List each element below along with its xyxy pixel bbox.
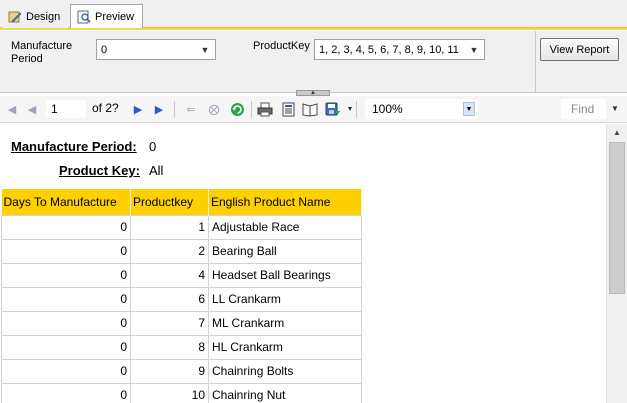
tab-preview-label: Preview [95, 10, 135, 23]
table-row: 0 4 Headset Ball Bearings [1, 262, 362, 288]
toolbar-separator [174, 101, 175, 118]
productkey-cell: 10 [130, 382, 209, 403]
last-page-icon[interactable]: ▶ [151, 101, 167, 117]
vertical-scrollbar[interactable]: ▲ [606, 124, 627, 403]
table-row: 0 8 HL Crankarm [1, 334, 362, 360]
productkey-cell: 2 [130, 238, 209, 264]
first-page-icon[interactable]: ◀ [4, 101, 20, 117]
product-key-header-value: All [149, 163, 164, 178]
previous-page-icon[interactable]: ◀ [24, 101, 40, 117]
table-header-row: Days To Manufacture Productkey English P… [1, 189, 362, 215]
toolbar-separator [356, 101, 357, 118]
export-icon[interactable] [325, 101, 341, 117]
chevron-down-icon[interactable]: ▼ [463, 102, 475, 116]
find-input[interactable]: Find [561, 99, 606, 119]
column-header: Days To Manufacture [1, 189, 131, 215]
days-cell: 0 [1, 238, 131, 264]
zoom-select-value: 100% [372, 102, 403, 116]
print-layout-icon[interactable] [280, 101, 296, 117]
tab-design-label: Design [26, 10, 61, 23]
product-key-header-label: Product Key: [59, 163, 140, 178]
manufacture-period-param-label: Manufacture Period [11, 40, 73, 65]
page-count-label: of 2? [92, 101, 119, 115]
product-name-cell: Chainring Bolts [208, 358, 362, 384]
back-icon[interactable]: ⇐ [183, 101, 199, 117]
view-report-button[interactable]: View Report [540, 38, 619, 61]
report-toolbar: ◀ ◀ 1 of 2? ▶ ▶ ⇐ ⨂ ▼ 100% ▼ Find ▼ [0, 96, 627, 123]
manufacture-period-header-value: 0 [149, 139, 157, 154]
stop-icon[interactable]: ⨂ [206, 101, 222, 117]
print-icon[interactable] [257, 101, 273, 117]
param-divider [535, 31, 536, 93]
product-name-cell: Bearing Ball [208, 238, 362, 264]
table-row: 0 1 Adjustable Race [1, 214, 362, 240]
refresh-icon[interactable] [229, 101, 245, 117]
productkey-cell: 7 [130, 310, 209, 336]
product-key-param-label: ProductKey [253, 40, 310, 52]
productkey-cell: 1 [130, 214, 209, 240]
page-number-input[interactable]: 1 [46, 100, 86, 118]
product-name-cell: LL Crankarm [208, 286, 362, 312]
next-page-icon[interactable]: ▶ [130, 101, 146, 117]
product-table: Days To Manufacture Productkey English P… [1, 189, 362, 403]
days-cell: 0 [1, 382, 131, 403]
days-cell: 0 [1, 334, 131, 360]
chevron-down-icon[interactable]: ▼ [467, 42, 481, 57]
product-name-cell: Headset Ball Bearings [208, 262, 362, 288]
scrollbar-thumb[interactable] [609, 142, 625, 294]
tab-preview[interactable]: Preview [70, 4, 143, 28]
zoom-select[interactable]: 100% ▼ [365, 99, 478, 119]
column-header: English Product Name [208, 189, 362, 215]
preview-icon [77, 10, 91, 23]
table-row: 0 6 LL Crankarm [1, 286, 362, 312]
scroll-up-icon[interactable]: ▲ [607, 124, 627, 140]
toolbar-overflow-icon[interactable]: ▼ [611, 104, 619, 113]
design-icon [8, 11, 22, 22]
days-cell: 0 [1, 358, 131, 384]
days-cell: 0 [1, 214, 131, 240]
days-cell: 0 [1, 262, 131, 288]
table-row: 0 2 Bearing Ball [1, 238, 362, 264]
manufacture-period-select[interactable]: 0 ▼ [96, 39, 216, 60]
table-row: 0 10 Chainring Nut [1, 382, 362, 403]
product-name-cell: Chainring Nut [208, 382, 362, 403]
toolbar-separator [251, 101, 252, 118]
table-row: 0 9 Chainring Bolts [1, 358, 362, 384]
product-name-cell: Adjustable Race [208, 214, 362, 240]
tab-design[interactable]: Design [2, 5, 68, 28]
productkey-cell: 4 [130, 262, 209, 288]
productkey-cell: 9 [130, 358, 209, 384]
product-name-cell: ML Crankarm [208, 310, 362, 336]
manufacture-period-header-label: Manufacture Period: [11, 139, 137, 154]
product-key-select[interactable]: 1, 2, 3, 4, 5, 6, 7, 8, 9, 10, 11 ▼ [314, 39, 485, 60]
parameter-pane: Manufacture Period 0 ▼ ProductKey 1, 2, … [0, 31, 627, 93]
product-key-select-value: 1, 2, 3, 4, 5, 6, 7, 8, 9, 10, 11 [319, 43, 459, 56]
productkey-cell: 8 [130, 334, 209, 360]
table-row: 0 7 ML Crankarm [1, 310, 362, 336]
product-name-cell: HL Crankarm [208, 334, 362, 360]
chevron-down-icon[interactable]: ▼ [198, 42, 212, 57]
page-setup-icon[interactable] [302, 101, 318, 117]
report-viewer: Manufacture Period: 0 Product Key: All D… [0, 124, 606, 403]
tab-strip: Design Preview [0, 0, 627, 30]
days-cell: 0 [1, 286, 131, 312]
productkey-cell: 6 [130, 286, 209, 312]
days-cell: 0 [1, 310, 131, 336]
manufacture-period-select-value: 0 [101, 43, 108, 56]
column-header: Productkey [130, 189, 209, 215]
